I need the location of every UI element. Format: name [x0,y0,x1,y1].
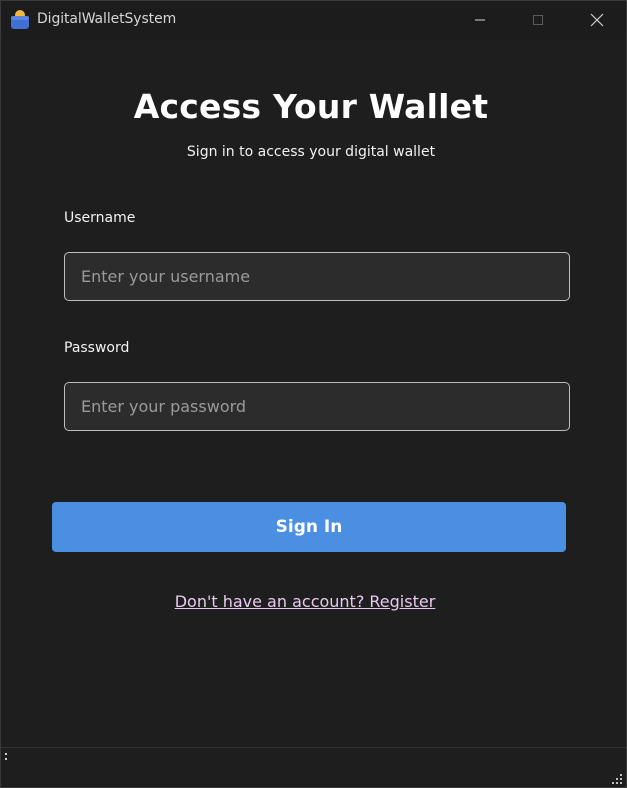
close-icon [590,13,604,27]
window-title: DigitalWalletSystem [37,11,177,27]
username-label: Username [64,210,136,226]
title-bar[interactable]: DigitalWalletSystem [1,1,626,39]
drag-handle-icon[interactable] [5,753,8,761]
page-title: Access Your Wallet [133,87,489,126]
username-input[interactable] [64,252,570,301]
page-subtitle: Sign in to access your digital wallet [186,144,436,160]
maximize-button[interactable] [509,1,567,39]
app-window: DigitalWalletSystem Access Your Wallet S… [0,0,627,788]
resize-grip-icon[interactable] [612,774,623,785]
register-link[interactable]: Don't have an account? Register [1,592,609,611]
status-bar [1,747,626,787]
minimize-icon [475,19,485,21]
password-input[interactable] [64,382,570,431]
minimize-button[interactable] [451,1,509,39]
maximize-icon [533,15,543,25]
password-label: Password [64,340,130,356]
sign-in-button[interactable]: Sign In [52,502,566,552]
wallet-icon [11,10,29,29]
close-button[interactable] [568,1,626,39]
